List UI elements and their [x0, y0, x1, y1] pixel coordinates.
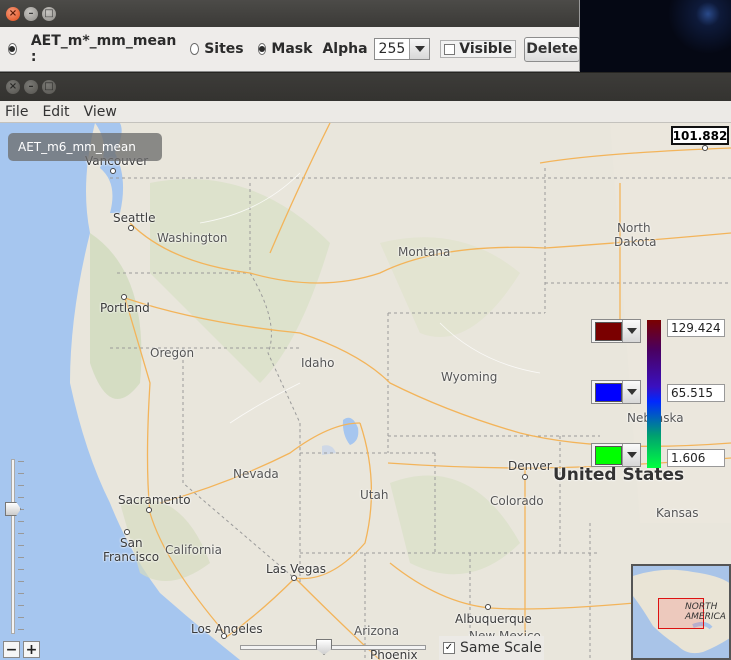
place-north: North	[617, 221, 651, 235]
close-icon[interactable]: ×	[6, 6, 20, 21]
place-sacramento: Sacramento	[118, 493, 191, 507]
desktop-background	[580, 0, 731, 72]
sites-radio[interactable]	[190, 43, 200, 55]
same-scale-label: Same Scale	[460, 640, 542, 656]
max-color-swatch	[595, 321, 622, 341]
city-dot	[110, 168, 116, 174]
place-dakota: Dakota	[614, 235, 657, 249]
alpha-combo[interactable]: 255	[373, 38, 431, 60]
menu-edit[interactable]: Edit	[37, 104, 74, 120]
city-dot	[146, 507, 152, 513]
visible-label: Visible	[459, 41, 513, 57]
visible-checkbox[interactable]	[444, 43, 456, 55]
layer-control-row: AET_m*_mm_mean : Sites Mask Alpha 255 Vi…	[0, 33, 581, 65]
color-scale-bar	[647, 320, 661, 468]
place-washington: Washington	[157, 231, 228, 245]
place-idaho: Idaho	[301, 356, 335, 370]
chevron-down-icon[interactable]	[409, 39, 430, 59]
probe-value-box: 101.882	[671, 126, 729, 145]
mask-radio[interactable]	[257, 43, 267, 55]
mid-color-swatch	[595, 382, 622, 402]
layer-select-radio[interactable]	[8, 43, 17, 55]
minimize-icon[interactable]: –	[24, 6, 38, 21]
place-kansas: Kansas	[656, 506, 699, 520]
city-dot	[221, 633, 227, 639]
probe-point-dot	[702, 145, 708, 151]
mid-value-field[interactable]: 65.515	[667, 384, 725, 402]
place-portland: Portland	[100, 301, 150, 315]
max-value-field[interactable]: 129.424	[667, 319, 725, 337]
menu-view[interactable]: View	[79, 104, 122, 120]
zoom-slider-ticks	[18, 461, 24, 633]
place-francisco: Francisco	[103, 550, 160, 564]
place-denver: Denver	[508, 459, 552, 473]
place-los-angeles: Los Angeles	[191, 622, 263, 636]
place-las-vegas: Las Vegas	[266, 562, 326, 576]
max-color-combo[interactable]	[591, 319, 641, 343]
place-montana: Montana	[398, 245, 451, 259]
alpha-value: 255	[378, 41, 406, 57]
mid-color-combo[interactable]	[591, 380, 641, 404]
chevron-down-icon[interactable]	[622, 444, 640, 466]
zoom-in-button[interactable]: +	[23, 641, 40, 658]
close-icon[interactable]: ×	[6, 80, 20, 94]
same-scale-group[interactable]: ✓ Same Scale	[439, 636, 544, 660]
time-slider-track[interactable]	[240, 645, 426, 650]
city-dot	[522, 474, 528, 480]
mask-label: Mask	[271, 41, 313, 57]
control-window-titlebar[interactable]: × – □	[0, 0, 579, 27]
minimize-icon[interactable]: –	[24, 80, 38, 94]
city-dot	[121, 294, 127, 300]
minimap-label: NORTH AMERICA	[685, 602, 726, 622]
chevron-down-icon[interactable]	[622, 381, 640, 403]
layer-name-label: AET_m*_mm_mean :	[30, 33, 177, 65]
maximize-icon[interactable]: □	[42, 80, 56, 94]
chevron-down-icon[interactable]	[622, 320, 640, 342]
place-arizona: Arizona	[354, 624, 400, 638]
place-united-states: United States	[553, 465, 685, 485]
main-window: × – □ File Edit View Vancouver Seattle W…	[0, 72, 731, 660]
layer-name-overlay: AET_m6_mm_mean	[8, 133, 162, 161]
screen: × – □ AET_m*_mm_mean : Sites Mask Alpha …	[0, 0, 731, 660]
city-dot	[291, 575, 297, 581]
place-colorado: Colorado	[490, 494, 544, 508]
visible-checkbox-group[interactable]: Visible	[440, 40, 517, 58]
delete-button[interactable]: Delete	[524, 36, 581, 62]
zoom-slider-track[interactable]	[11, 459, 15, 634]
city-dot	[124, 529, 130, 535]
place-san: San	[120, 536, 143, 550]
place-california: California	[165, 543, 222, 557]
place-wyoming: Wyoming	[441, 370, 498, 384]
main-window-titlebar[interactable]: × – □	[0, 72, 731, 101]
menu-file[interactable]: File	[0, 104, 33, 120]
city-dot	[128, 225, 134, 231]
maximize-icon[interactable]: □	[42, 6, 56, 21]
overview-minimap[interactable]: NORTH AMERICA	[631, 564, 731, 660]
min-value-field[interactable]: 1.606	[667, 449, 725, 467]
layer-control-window: × – □ AET_m*_mm_mean : Sites Mask Alpha …	[0, 0, 581, 72]
same-scale-checkbox[interactable]: ✓	[443, 642, 455, 654]
place-albuquerque: Albuquerque	[455, 612, 532, 626]
menu-bar: File Edit View	[0, 101, 731, 123]
min-color-swatch	[595, 445, 622, 465]
alpha-label: Alpha	[322, 41, 368, 57]
place-oregon: Oregon	[150, 346, 195, 360]
min-color-combo[interactable]	[591, 443, 641, 467]
place-nevada: Nevada	[233, 467, 279, 481]
place-seattle: Seattle	[113, 211, 156, 225]
place-utah: Utah	[360, 488, 389, 502]
sites-label: Sites	[204, 41, 244, 57]
city-dot	[485, 604, 491, 610]
zoom-out-button[interactable]: −	[3, 641, 20, 658]
map-view[interactable]: Vancouver Seattle Washington Portland Or…	[0, 123, 731, 660]
